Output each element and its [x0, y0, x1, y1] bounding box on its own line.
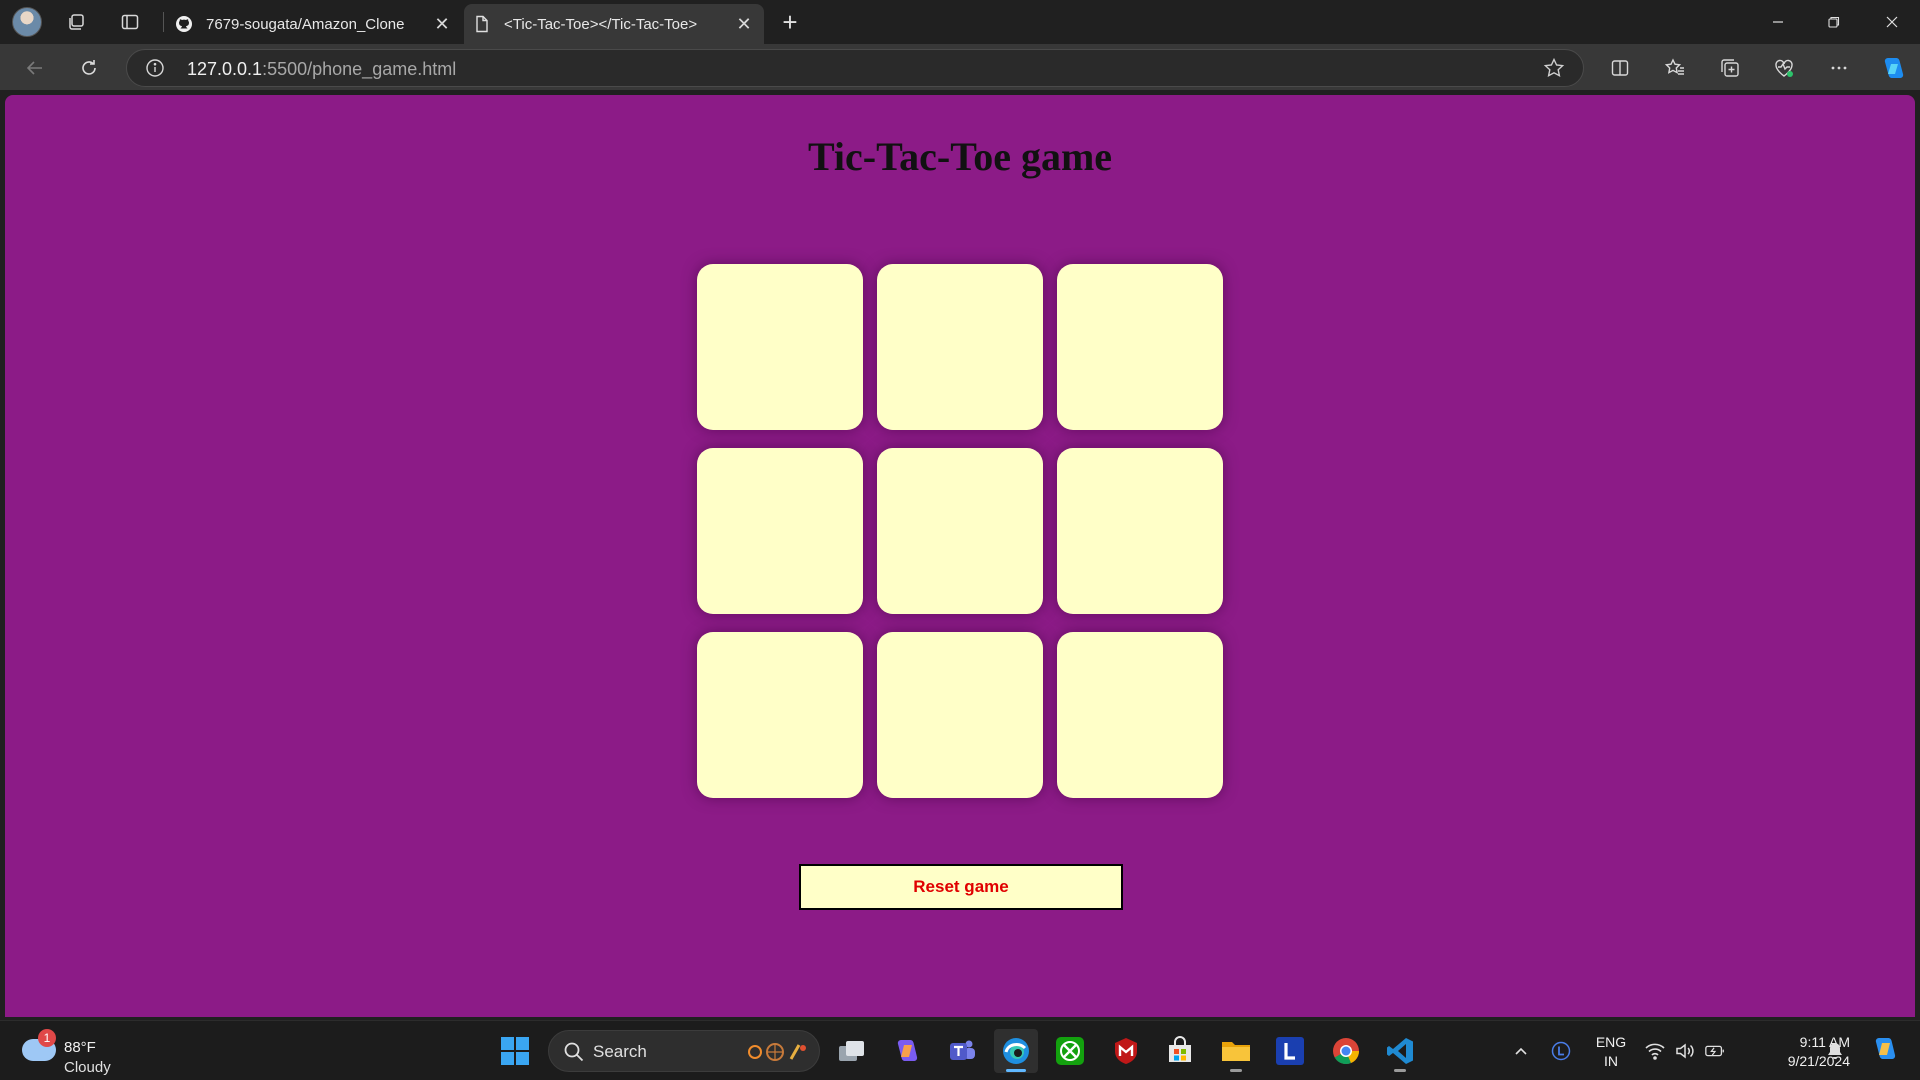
more-options-icon[interactable]	[1825, 54, 1853, 82]
url-host: 127.0.0.1	[187, 59, 263, 79]
github-icon	[174, 14, 194, 34]
collections-icon[interactable]	[1716, 54, 1744, 82]
site-info-icon[interactable]	[145, 58, 165, 78]
board-cell-4[interactable]	[697, 448, 863, 614]
search-placeholder: Search	[593, 1042, 647, 1061]
restore-button[interactable]	[1806, 0, 1862, 44]
game-board	[697, 264, 1225, 800]
profile-avatar[interactable]	[12, 7, 42, 37]
task-view-button[interactable]	[830, 1029, 874, 1073]
copilot-icon[interactable]	[1879, 54, 1907, 82]
back-button[interactable]	[20, 53, 50, 83]
l-tray-icon[interactable]	[1550, 1040, 1572, 1062]
browser-toolbar: 127.0.0.1:5500/phone_game.html	[0, 44, 1920, 90]
board-cell-9[interactable]	[1057, 632, 1223, 798]
volume-icon[interactable]	[1674, 1040, 1696, 1062]
xbox-icon[interactable]	[1048, 1029, 1092, 1073]
refresh-button[interactable]	[74, 53, 104, 83]
board-cell-3[interactable]	[1057, 264, 1223, 430]
favorite-star-icon[interactable]	[1543, 57, 1565, 79]
running-indicator	[1394, 1069, 1406, 1072]
document-icon	[472, 14, 492, 34]
chrome-icon[interactable]	[1324, 1029, 1368, 1073]
board-cell-8[interactable]	[877, 632, 1043, 798]
board-cell-1[interactable]	[697, 264, 863, 430]
mcafee-icon[interactable]	[1104, 1029, 1148, 1073]
tab-amazon-clone[interactable]: 7679-sougata/Amazon_Clone ✕	[166, 4, 462, 44]
copilot-app-icon[interactable]	[884, 1029, 928, 1073]
windows-taskbar: 1 88°F Cloudy Search ENG IN 9:11 AM 9/21…	[0, 1020, 1920, 1080]
file-explorer-icon[interactable]	[1214, 1029, 1258, 1073]
board-cell-2[interactable]	[877, 264, 1043, 430]
tab-tic-tac-toe[interactable]: <Tic-Tac-Toe></Tic-Tac-Toe> ✕	[464, 4, 764, 44]
microsoft-store-icon[interactable]	[1158, 1029, 1202, 1073]
show-hidden-icons-chevron-icon[interactable]	[1510, 1040, 1532, 1062]
wifi-icon[interactable]	[1644, 1040, 1666, 1062]
l-app-icon[interactable]	[1268, 1029, 1312, 1073]
browser-essentials-icon[interactable]	[1770, 54, 1798, 82]
tab-title: 7679-sougata/Amazon_Clone	[206, 15, 405, 33]
url-text[interactable]: 127.0.0.1:5500/phone_game.html	[187, 59, 456, 80]
search-icon	[563, 1041, 585, 1063]
page-viewport: Tic-Tac-Toe game Reset game	[5, 95, 1915, 1017]
taskbar-search[interactable]: Search	[548, 1030, 820, 1072]
reset-game-button[interactable]: Reset game	[799, 864, 1123, 910]
battery-icon[interactable]	[1704, 1040, 1726, 1062]
weather-badge: 1	[38, 1029, 56, 1047]
windows-logo-icon	[501, 1037, 529, 1065]
minimize-button[interactable]	[1750, 0, 1806, 44]
weather-temperature: 88°F	[64, 1039, 96, 1056]
page-title: Tic-Tac-Toe game	[807, 134, 1113, 179]
favorites-icon[interactable]	[1661, 54, 1689, 82]
language-indicator[interactable]: ENG IN	[1594, 1033, 1628, 1071]
workspaces-icon[interactable]	[64, 10, 88, 34]
region-code: IN	[1604, 1053, 1618, 1069]
board-cell-5[interactable]	[877, 448, 1043, 614]
copilot-tray-icon[interactable]	[1868, 1033, 1902, 1067]
edge-browser-icon[interactable]	[994, 1029, 1038, 1073]
tab-separator	[163, 12, 164, 32]
browser-title-bar: 7679-sougata/Amazon_Clone ✕ <Tic-Tac-Toe…	[0, 0, 1920, 44]
board-cell-7[interactable]	[697, 632, 863, 798]
split-screen-icon[interactable]	[1606, 54, 1634, 82]
url-path: :5500/phone_game.html	[262, 59, 457, 79]
tab-title: <Tic-Tac-Toe></Tic-Tac-Toe>	[504, 15, 698, 33]
close-window-button[interactable]	[1864, 0, 1920, 44]
weather-widget[interactable]: 1 88°F Cloudy	[20, 1029, 140, 1076]
active-indicator	[1006, 1069, 1026, 1072]
start-button[interactable]	[493, 1029, 537, 1073]
vertical-tabs-icon[interactable]	[118, 10, 142, 34]
close-tab-icon[interactable]: ✕	[732, 12, 756, 36]
teams-icon[interactable]	[940, 1029, 984, 1073]
board-cell-6[interactable]	[1057, 448, 1223, 614]
running-indicator	[1230, 1069, 1242, 1072]
weather-description: Cloudy	[64, 1059, 111, 1076]
close-tab-icon[interactable]: ✕	[430, 12, 454, 36]
address-bar[interactable]: 127.0.0.1:5500/phone_game.html	[126, 49, 1584, 87]
language-code: ENG	[1595, 1034, 1627, 1050]
search-highlight-icon	[747, 1041, 809, 1063]
new-tab-button[interactable]: +	[776, 7, 804, 37]
notification-bell-icon[interactable]	[1824, 1040, 1846, 1062]
vscode-icon[interactable]	[1378, 1029, 1422, 1073]
